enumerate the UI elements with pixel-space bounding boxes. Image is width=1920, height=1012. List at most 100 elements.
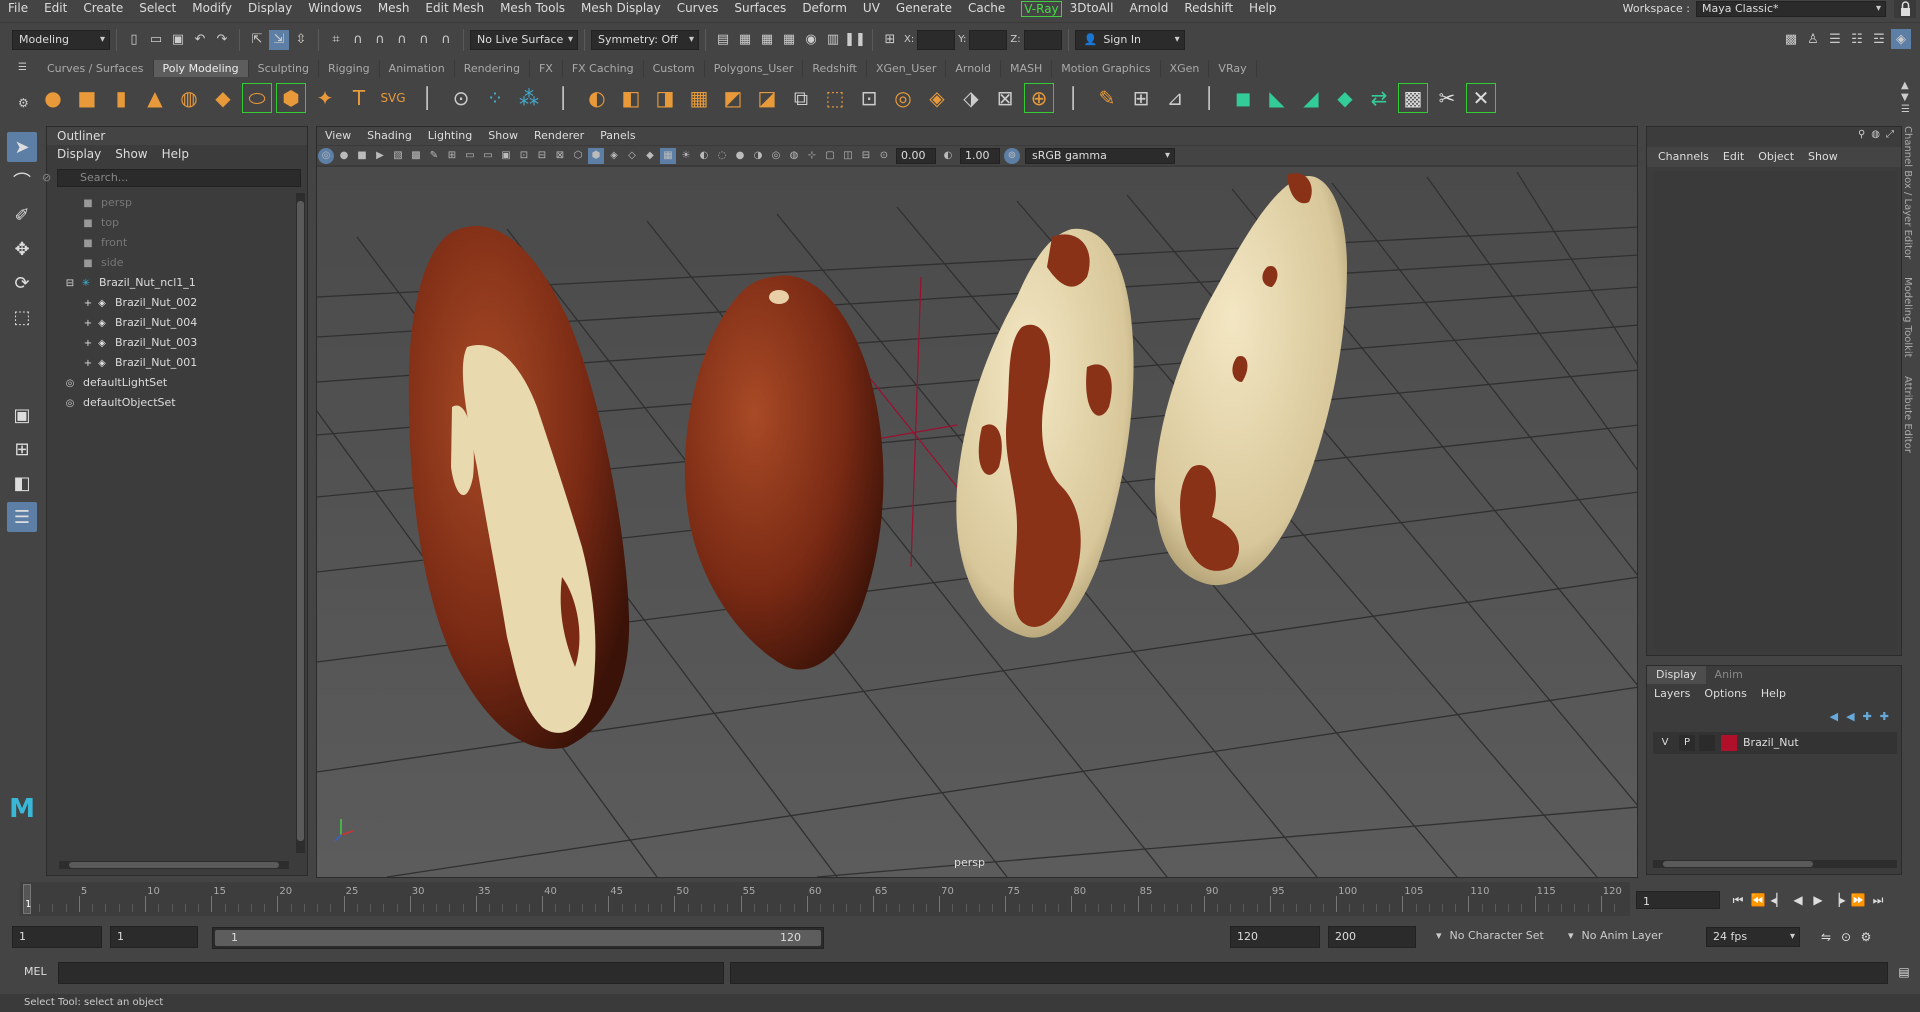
sign-in-button[interactable]: 👤 Sign In bbox=[1074, 29, 1185, 50]
shelf-tab-poly-modeling[interactable]: Poly Modeling bbox=[153, 60, 249, 77]
layer-type-toggle[interactable] bbox=[1699, 735, 1715, 751]
menu-redshift[interactable]: Redshift bbox=[1176, 0, 1241, 17]
lock-icon[interactable] bbox=[1894, 0, 1916, 18]
uv-spherical-icon[interactable]: ◢ bbox=[1296, 83, 1326, 113]
shelf-tab-vray[interactable]: VRay bbox=[1209, 60, 1257, 77]
shelf-tab-polygons-user[interactable]: Polygons_User bbox=[705, 60, 804, 77]
layer-tab-display[interactable]: Display bbox=[1647, 666, 1706, 684]
outliner-layout-icon[interactable]: ☰ bbox=[7, 502, 37, 532]
menu-create[interactable]: Create bbox=[75, 0, 131, 17]
hud-icon[interactable]: ⊹ bbox=[804, 148, 820, 164]
shelf-tab-motion-graphics[interactable]: Motion Graphics bbox=[1052, 60, 1161, 77]
xray-active-icon[interactable]: ◫ bbox=[840, 148, 856, 164]
script-editor-icon[interactable]: ▤ bbox=[1894, 963, 1914, 981]
menu-select[interactable]: Select bbox=[131, 0, 184, 17]
viewport-menu-panels[interactable]: Panels bbox=[592, 127, 643, 145]
attribute-editor-icon[interactable]: ☰ bbox=[1825, 29, 1845, 49]
command-input[interactable] bbox=[58, 962, 724, 984]
measure-icon[interactable]: ⊙ bbox=[446, 83, 476, 113]
fps-dropdown[interactable]: 24 fps bbox=[1706, 927, 1800, 947]
quad-draw-icon[interactable]: ⊿ bbox=[1160, 83, 1190, 113]
gamma-field[interactable]: 1.00 bbox=[960, 147, 1000, 164]
film-gate-icon[interactable]: ▭ bbox=[462, 148, 478, 164]
shelf-tab-animation[interactable]: Animation bbox=[380, 60, 455, 77]
shelf-scroll-icon[interactable]: ▲ ▼ ☰ bbox=[1901, 80, 1910, 116]
outliner-scrollbar-v[interactable] bbox=[296, 193, 305, 853]
poly-sphere-icon[interactable]: ● bbox=[38, 83, 68, 113]
select-camera-icon[interactable]: ◎ bbox=[318, 147, 334, 164]
render-view-icon[interactable]: ▥ bbox=[823, 30, 843, 50]
outliner-item[interactable]: + ◈ Brazil_Nut_002 bbox=[47, 293, 307, 313]
single-perspective-layout-icon[interactable]: ▣ bbox=[7, 400, 37, 430]
gate-mask-icon[interactable]: ▣ bbox=[498, 148, 514, 164]
2d-pan-icon[interactable]: ▩ bbox=[408, 148, 424, 164]
move-layer-up-icon[interactable]: ◀ bbox=[1830, 710, 1838, 723]
uv-auto-icon[interactable]: ◆ bbox=[1330, 83, 1360, 113]
extrude-icon[interactable]: ⧉ bbox=[786, 83, 816, 113]
layer-playback-toggle[interactable]: P bbox=[1679, 735, 1695, 751]
motion-blur-icon[interactable]: ◑ bbox=[750, 148, 766, 164]
grease-pencil-icon[interactable]: ✎ bbox=[426, 148, 442, 164]
snap-curve-icon[interactable]: ∩ bbox=[348, 30, 368, 50]
poly-plane-icon[interactable]: ◆ bbox=[208, 83, 238, 113]
menu-generate[interactable]: Generate bbox=[888, 0, 960, 17]
outliner-item[interactable]: ◎ defaultLightSet bbox=[47, 373, 307, 393]
render-settings-icon[interactable]: ▦ bbox=[779, 30, 799, 50]
poly-type-icon[interactable]: T bbox=[344, 83, 374, 113]
camera-icon[interactable]: ▶ bbox=[372, 148, 388, 164]
range-slider[interactable]: 1 120 bbox=[212, 927, 824, 949]
tree-icon[interactable]: ⚲ bbox=[1858, 129, 1865, 140]
field-chart-icon[interactable]: ⊡ bbox=[516, 148, 532, 164]
snap-view-icon[interactable]: ∩ bbox=[414, 30, 434, 50]
outliner-item[interactable]: + ◈ Brazil_Nut_003 bbox=[47, 333, 307, 353]
layer-color-swatch[interactable] bbox=[1721, 735, 1737, 751]
shelf-tab-fx[interactable]: FX bbox=[530, 60, 563, 77]
step-forward-frame-icon[interactable]: ▕▸ bbox=[1828, 891, 1848, 909]
symmetry-dropdown[interactable]: Symmetry: Off bbox=[591, 29, 699, 50]
go-to-start-icon[interactable]: ⏮ bbox=[1728, 891, 1748, 909]
snap-grid-icon[interactable]: ⌗ bbox=[326, 30, 346, 50]
poly-cylinder-icon[interactable]: ▮ bbox=[106, 83, 136, 113]
wireframe-icon[interactable]: ⬡ bbox=[570, 148, 586, 164]
bevel-icon[interactable]: ⬚ bbox=[820, 83, 850, 113]
textured-icon[interactable]: ▦ bbox=[660, 147, 676, 164]
collapse-icon[interactable]: ⊟ bbox=[63, 274, 77, 294]
mel-label[interactable]: MEL bbox=[24, 965, 47, 978]
pause-icon[interactable]: ❚❚ bbox=[844, 30, 866, 50]
menu-uv[interactable]: UV bbox=[855, 0, 888, 17]
viewport-menu-view[interactable]: View bbox=[317, 127, 359, 145]
anim-start-field[interactable]: 1 bbox=[110, 926, 198, 948]
boolean-icon[interactable]: ◩ bbox=[718, 83, 748, 113]
layers-icon[interactable]: ◈ bbox=[1891, 29, 1911, 49]
play-forward-icon[interactable]: ▶ bbox=[1808, 891, 1828, 909]
four-view-layout-icon[interactable]: ⊞ bbox=[7, 434, 37, 464]
exposure-icon[interactable]: ⊙ bbox=[876, 148, 892, 164]
menu-help[interactable]: Help bbox=[1241, 0, 1284, 17]
play-backward-icon[interactable]: ◀ bbox=[1788, 891, 1808, 909]
ambient-occlusion-icon[interactable]: ● bbox=[732, 148, 748, 164]
help-icon[interactable]: ◍ bbox=[1871, 129, 1880, 140]
menu-edit[interactable]: Edit bbox=[36, 0, 75, 17]
uv-editor-icon[interactable]: ⇄ bbox=[1364, 83, 1394, 113]
target-weld-icon[interactable]: ⊕ bbox=[1024, 83, 1054, 113]
shelf-tab-rigging[interactable]: Rigging bbox=[319, 60, 380, 77]
menu-mesh-tools[interactable]: Mesh Tools bbox=[492, 0, 573, 17]
loop-icon[interactable]: ⇋ bbox=[1816, 928, 1836, 946]
select-tool-icon[interactable]: ➤ bbox=[7, 132, 37, 162]
layer-row[interactable]: V P Brazil_Nut bbox=[1653, 732, 1897, 754]
platonic-solid-icon[interactable]: ⬢ bbox=[276, 83, 306, 113]
channel-menu-show[interactable]: Show bbox=[1808, 147, 1838, 167]
poly-torus-icon[interactable]: ◍ bbox=[174, 83, 204, 113]
viewport-menu-renderer[interactable]: Renderer bbox=[526, 127, 592, 145]
channel-box-icon[interactable]: ☲ bbox=[1869, 29, 1889, 49]
shelf-tab-redshift[interactable]: Redshift bbox=[803, 60, 867, 77]
redo-icon[interactable]: ↷ bbox=[212, 30, 232, 50]
menu-3dtoall[interactable]: 3DtoAll bbox=[1062, 0, 1122, 17]
preferences-icon[interactable]: ⚙ bbox=[1856, 928, 1876, 946]
outliner-item[interactable]: ⊟ ✳ Brazil_Nut_ncl1_1 bbox=[47, 273, 307, 293]
image-plane-icon[interactable]: ▧ bbox=[390, 148, 406, 164]
bookmark-icon[interactable]: ■ bbox=[354, 148, 370, 164]
multi-cut-icon[interactable]: ✎ bbox=[1092, 83, 1122, 113]
go-to-end-icon[interactable]: ⏭ bbox=[1868, 891, 1888, 909]
select-object-icon[interactable]: ⇲ bbox=[269, 29, 289, 50]
